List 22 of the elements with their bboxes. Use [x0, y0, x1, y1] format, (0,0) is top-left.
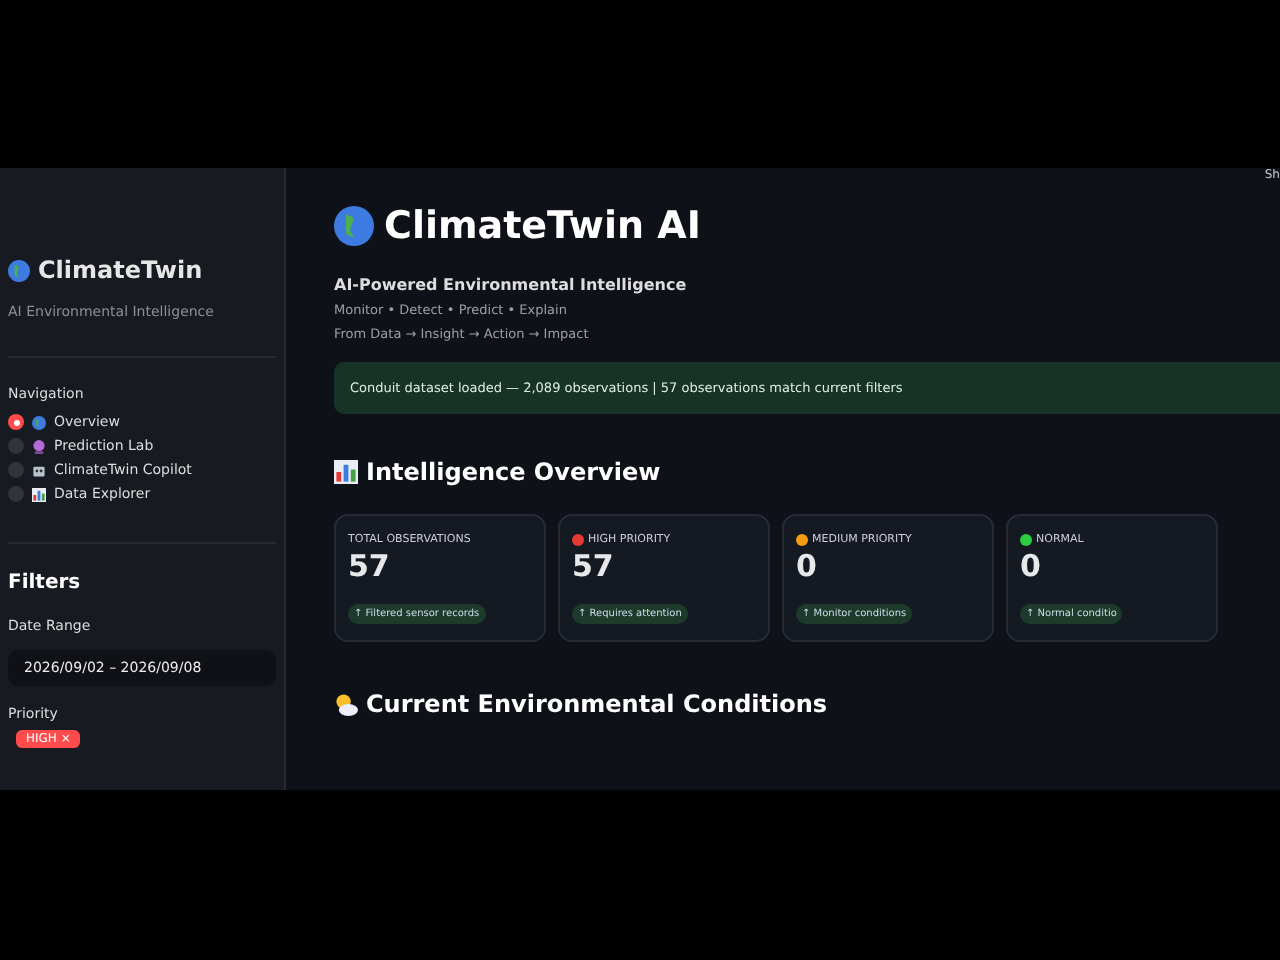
metric-value: 0	[1020, 548, 1043, 584]
globe-icon	[334, 206, 374, 246]
metric-value: 0	[796, 548, 819, 584]
subtitle: AI-Powered Environmental Intelligence	[334, 276, 689, 294]
bar-chart-icon	[32, 487, 46, 501]
brand-name: ClimateTwin	[38, 256, 203, 284]
radio-button[interactable]	[8, 414, 24, 430]
radio-button[interactable]	[8, 462, 24, 478]
metric-value: 57	[348, 548, 392, 584]
crystal-ball-icon	[32, 439, 46, 453]
section-heading: Intelligence Overview	[366, 458, 661, 486]
section-heading: Filters	[8, 572, 83, 594]
sun-cloud-icon	[334, 692, 358, 716]
globe-icon	[8, 259, 30, 281]
radio-button[interactable]	[8, 438, 24, 454]
metric-value: 57	[572, 548, 616, 584]
radio-button[interactable]	[8, 486, 24, 502]
robot-icon	[32, 463, 46, 477]
section-heading: Current Environmental Conditions	[366, 690, 828, 718]
page-title: ClimateTwin AI	[384, 204, 701, 248]
globe-icon	[32, 415, 46, 429]
bar-chart-icon	[334, 460, 358, 484]
